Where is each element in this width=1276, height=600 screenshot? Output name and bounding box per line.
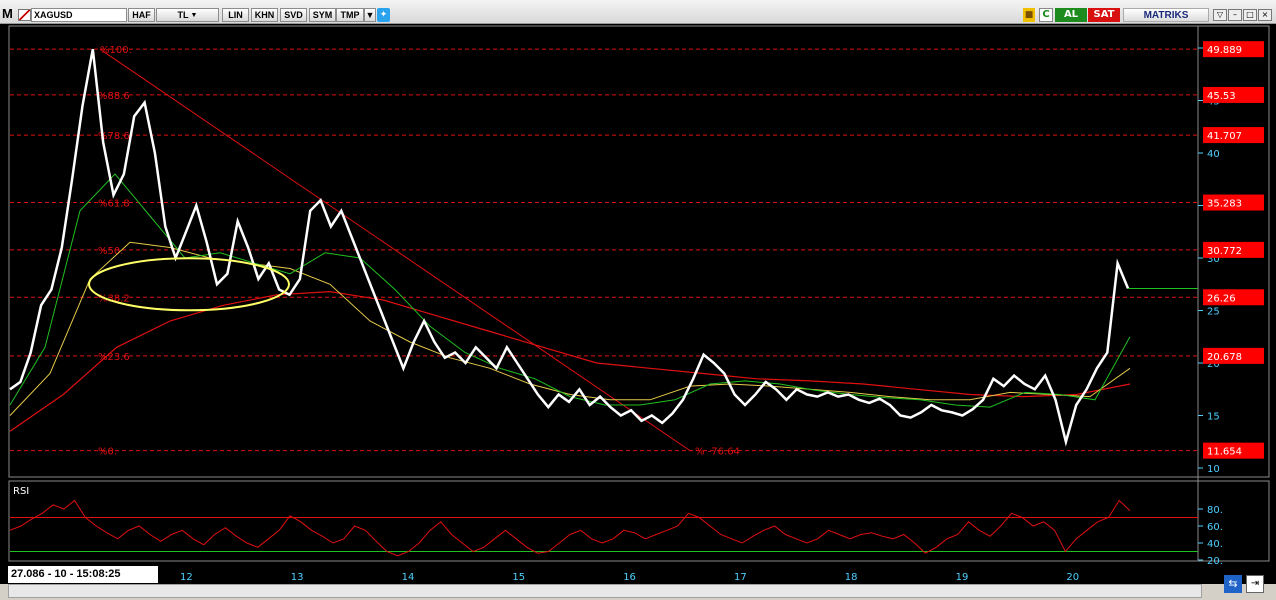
x-label-17: 17 — [734, 572, 747, 583]
symbol-input[interactable]: XAGUSD — [31, 8, 127, 22]
fib-price-label-7: 11.654 — [1207, 447, 1242, 458]
x-label-15: 15 — [512, 572, 525, 583]
flag-icon[interactable] — [18, 9, 31, 21]
rsi-tick-label-40: 40. — [1207, 539, 1223, 550]
haf-button[interactable]: HAF — [128, 8, 155, 22]
scroll-end-icon[interactable]: ⇥ — [1246, 575, 1264, 593]
y-tick-label-10: 10 — [1207, 464, 1220, 475]
fib-price-label-4: 30.772 — [1207, 246, 1242, 257]
x-label-14: 14 — [402, 572, 415, 583]
fib-level-label-5: %38.2 — [98, 293, 130, 304]
fib-price-label-6: 20.678 — [1207, 352, 1242, 363]
chevron-down-icon[interactable]: ▼ — [364, 8, 376, 22]
x-label-20: 20 — [1066, 572, 1079, 583]
matriks-m-logo: M — [2, 6, 13, 21]
brand-logo: MATRIKS — [1123, 8, 1209, 22]
rsi-tick-label-20: 20. — [1207, 556, 1223, 567]
fib-price-label-1: 45.53 — [1207, 91, 1236, 102]
toolbar: M XAGUSD HAF TL LIN KHN SVD SYM TMP ▼ ✦ … — [0, 0, 1276, 24]
x-label-19: 19 — [956, 572, 969, 583]
refresh-button[interactable]: C — [1039, 8, 1053, 22]
lock-icon[interactable]: ■ — [1023, 8, 1035, 22]
sell-button[interactable]: SAT — [1088, 8, 1120, 22]
fib-level-label-0: %100. — [100, 45, 132, 56]
lin-button[interactable]: LIN — [222, 8, 249, 22]
rsi-tick-label-60: 60. — [1207, 522, 1223, 533]
fib-level-label-3: %61.8 — [98, 199, 130, 210]
rsi-title: RSI — [13, 486, 29, 497]
rsi-tick-label-80: 80. — [1207, 505, 1223, 516]
tl-label: TL — [177, 10, 189, 20]
khn-button[interactable]: KHN — [251, 8, 278, 22]
chart-background — [0, 24, 1276, 584]
buy-button[interactable]: AL — [1055, 8, 1087, 22]
fib-level-label-6: %23.6 — [98, 352, 130, 363]
sym-button[interactable]: SYM — [309, 8, 336, 22]
fib-price-label-3: 35.283 — [1207, 199, 1242, 210]
dropdown-icon[interactable]: ▽ — [1213, 9, 1227, 21]
y-tick-label-25: 25 — [1207, 307, 1220, 318]
x-label-12: 12 — [180, 572, 193, 583]
x-label-16: 16 — [623, 572, 636, 583]
chart-area[interactable]: 101520253035404550%100.49.889%88.645.53%… — [0, 24, 1276, 584]
chart-canvas[interactable]: 101520253035404550%100.49.889%88.645.53%… — [0, 24, 1276, 584]
fib-level-label-1: %88.6 — [98, 91, 130, 102]
fib-price-label-0: 49.889 — [1207, 45, 1242, 56]
twitter-icon[interactable]: ✦ — [377, 8, 390, 22]
fib-price-label-5: 26.26 — [1207, 293, 1236, 304]
tl-button[interactable]: TL — [156, 8, 219, 22]
cursor-readout: 27.086 - 10 - 15:08:25 — [8, 566, 158, 583]
fib-level-label-7: %0. — [98, 447, 117, 458]
fib-extension-label: % -76.64 — [695, 447, 740, 458]
fib-price-label-2: 41.707 — [1207, 131, 1242, 142]
restore-icon[interactable]: □ — [1243, 9, 1257, 21]
tmp-button[interactable]: TMP — [336, 8, 364, 22]
minimize-icon[interactable]: – — [1228, 9, 1242, 21]
close-icon[interactable]: × — [1258, 9, 1272, 21]
x-label-18: 18 — [845, 572, 858, 583]
y-tick-label-40: 40 — [1207, 149, 1220, 160]
y-tick-label-15: 15 — [1207, 412, 1220, 423]
x-label-13: 13 — [291, 572, 304, 583]
time-scrollbar[interactable] — [8, 584, 1202, 598]
svd-button[interactable]: SVD — [280, 8, 307, 22]
navigate-icon[interactable]: ⇆ — [1224, 575, 1242, 593]
